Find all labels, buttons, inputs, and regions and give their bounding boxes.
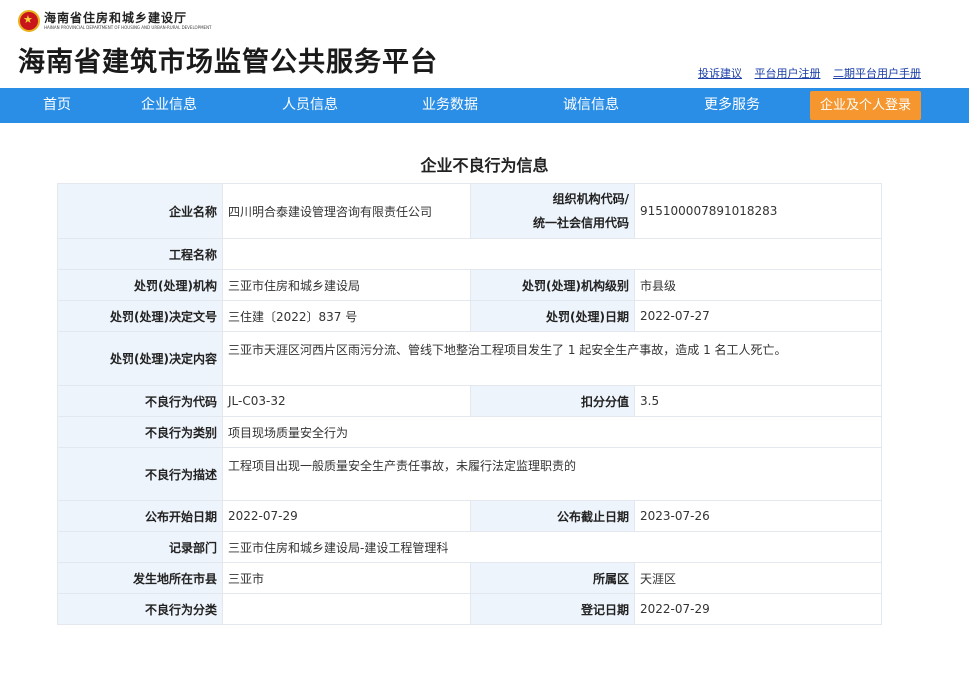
project-name-label: 工程名称 — [57, 238, 223, 270]
company-name-label: 企业名称 — [57, 183, 223, 239]
department-name-en: HAINAN PROVINCIAL DEPARTMENT OF HOUSING … — [44, 25, 212, 30]
department-name: 海南省住房和城乡建设厅 — [44, 11, 188, 25]
table-row: 不良行为代码 JL-C03-32 扣分分值 3.5 — [57, 385, 882, 417]
decision-no-value: 三住建〔2022〕837 号 — [222, 300, 471, 332]
behavior-class-label: 不良行为分类 — [57, 593, 223, 625]
penalty-date-label: 处罚(处理)日期 — [470, 300, 635, 332]
behavior-code-label: 不良行为代码 — [57, 385, 223, 417]
top-links: 投诉建议 平台用户注册 二期平台用户手册 — [689, 65, 921, 81]
register-date-value: 2022-07-29 — [634, 593, 882, 625]
org-code-label: 组织机构代码/统一社会信用代码 — [470, 183, 635, 239]
district-label: 所属区 — [470, 562, 635, 594]
table-row: 企业名称 四川明合泰建设管理咨询有限责任公司 组织机构代码/统一社会信用代码 9… — [57, 183, 882, 239]
company-name-value: 四川明合泰建设管理咨询有限责任公司 — [222, 183, 471, 239]
site-title: 海南省建筑市场监管公共服务平台 — [18, 47, 438, 78]
nav-home[interactable]: 首页 — [43, 88, 71, 123]
city-label: 发生地所在市县 — [57, 562, 223, 594]
complaint-link[interactable]: 投诉建议 — [698, 67, 742, 80]
table-row: 公布开始日期 2022-07-29 公布截止日期 2023-07-26 — [57, 500, 882, 532]
behavior-class-value — [222, 593, 471, 625]
table-row: 不良行为分类 登记日期 2022-07-29 — [57, 593, 882, 625]
nav-credit-info[interactable]: 诚信信息 — [563, 88, 619, 123]
decision-no-label: 处罚(处理)决定文号 — [57, 300, 223, 332]
org-code-value: 915100007891018283 — [634, 183, 882, 239]
nav-more-services[interactable]: 更多服务 — [704, 88, 760, 123]
site-header: 海南省住房和城乡建设厅 HAINAN PROVINCIAL DEPARTMENT… — [0, 0, 969, 88]
deduct-score-label: 扣分分值 — [470, 385, 635, 417]
behavior-code-value: JL-C03-32 — [222, 385, 471, 417]
decision-content-label: 处罚(处理)决定内容 — [57, 331, 223, 386]
bad-behavior-table: 企业名称 四川明合泰建设管理咨询有限责任公司 组织机构代码/统一社会信用代码 9… — [57, 183, 882, 625]
behavior-category-value: 项目现场质量安全行为 — [222, 416, 882, 448]
table-row: 工程名称 — [57, 238, 882, 270]
record-dept-value: 三亚市住房和城乡建设局-建设工程管理科 — [222, 531, 882, 563]
publish-start-label: 公布开始日期 — [57, 500, 223, 532]
penalty-org-label: 处罚(处理)机构 — [57, 269, 223, 301]
behavior-desc-value: 工程项目出现一般质量安全生产责任事故，未履行法定监理职责的 — [222, 447, 882, 501]
publish-start-value: 2022-07-29 — [222, 500, 471, 532]
table-row: 处罚(处理)决定文号 三住建〔2022〕837 号 处罚(处理)日期 2022-… — [57, 300, 882, 332]
main-nav: 首页 企业信息 人员信息 业务数据 诚信信息 更多服务 企业及个人登录 — [0, 88, 969, 123]
publish-end-value: 2023-07-26 — [634, 500, 882, 532]
department-logo[interactable]: 海南省住房和城乡建设厅 HAINAN PROVINCIAL DEPARTMENT… — [18, 10, 212, 32]
page-title: 企业不良行为信息 — [420, 156, 549, 175]
register-date-label: 登记日期 — [470, 593, 635, 625]
register-link[interactable]: 平台用户注册 — [755, 67, 821, 80]
table-row: 发生地所在市县 三亚市 所属区 天涯区 — [57, 562, 882, 594]
table-row: 处罚(处理)机构 三亚市住房和城乡建设局 处罚(处理)机构级别 市县级 — [57, 269, 882, 301]
table-row: 记录部门 三亚市住房和城乡建设局-建设工程管理科 — [57, 531, 882, 563]
login-button[interactable]: 企业及个人登录 — [810, 91, 921, 120]
decision-content-value: 三亚市天涯区河西片区雨污分流、管线下地整治工程项目发生了 1 起安全生产事故，造… — [222, 331, 882, 386]
penalty-org-level-label: 处罚(处理)机构级别 — [470, 269, 635, 301]
city-value: 三亚市 — [222, 562, 471, 594]
user-manual-link[interactable]: 二期平台用户手册 — [833, 67, 921, 80]
record-dept-label: 记录部门 — [57, 531, 223, 563]
district-value: 天涯区 — [634, 562, 882, 594]
nav-business-data[interactable]: 业务数据 — [422, 88, 478, 123]
behavior-desc-label: 不良行为描述 — [57, 447, 223, 501]
penalty-org-level-value: 市县级 — [634, 269, 882, 301]
penalty-date-value: 2022-07-27 — [634, 300, 882, 332]
deduct-score-value: 3.5 — [634, 385, 882, 417]
project-name-value — [222, 238, 882, 270]
national-emblem-icon — [18, 10, 40, 32]
publish-end-label: 公布截止日期 — [470, 500, 635, 532]
nav-personnel-info[interactable]: 人员信息 — [282, 88, 338, 123]
penalty-org-value: 三亚市住房和城乡建设局 — [222, 269, 471, 301]
table-row: 处罚(处理)决定内容 三亚市天涯区河西片区雨污分流、管线下地整治工程项目发生了 … — [57, 331, 882, 386]
nav-company-info[interactable]: 企业信息 — [141, 88, 197, 123]
table-row: 不良行为描述 工程项目出现一般质量安全生产责任事故，未履行法定监理职责的 — [57, 447, 882, 501]
behavior-category-label: 不良行为类别 — [57, 416, 223, 448]
table-row: 不良行为类别 项目现场质量安全行为 — [57, 416, 882, 448]
